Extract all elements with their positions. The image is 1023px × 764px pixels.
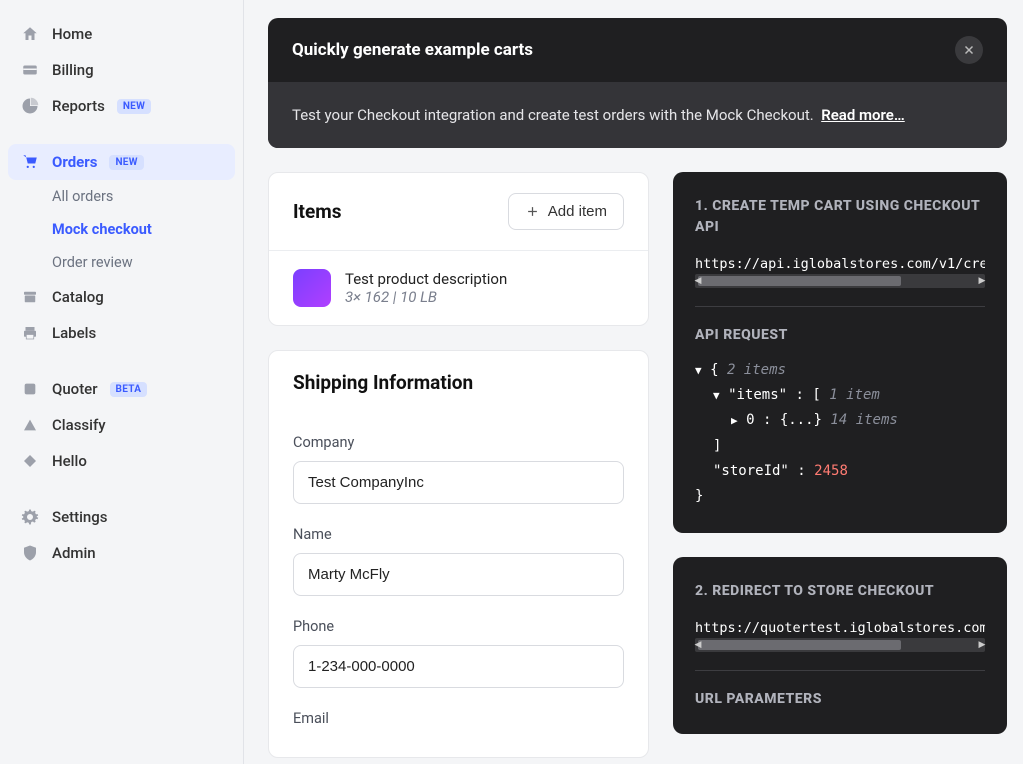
code-step-2: 2. Redirect to Store Checkout https://qu… (673, 557, 1007, 734)
json-viewer[interactable]: ▼ { 2 items ▼ "items" : [ 1 item ▶ 0 : {… (695, 358, 985, 509)
nav-catalog[interactable]: Catalog (8, 279, 235, 315)
nav-label: Reports (52, 97, 105, 115)
beta-badge: BETA (110, 382, 148, 397)
shield-icon (20, 543, 40, 563)
items-heading: Items (293, 200, 341, 223)
phone-field-wrapper: Phone (293, 618, 624, 688)
add-item-label: Add item (548, 203, 607, 220)
pie-icon (20, 96, 40, 116)
square-icon (20, 379, 40, 399)
code1-url: https://api.iglobalstores.com/v1/cre (695, 256, 985, 272)
nav-labels[interactable]: Labels (8, 315, 235, 351)
banner-title: Quickly generate example carts (292, 40, 533, 60)
nav-quoter[interactable]: Quoter BETA (8, 371, 235, 407)
product-title: Test product description (345, 270, 507, 288)
name-input[interactable] (293, 553, 624, 596)
code-step-1: 1. Create Temp Cart Using Checkout API h… (673, 172, 1007, 533)
nav-label: Hello (52, 452, 87, 470)
code1-heading: 1. Create Temp Cart Using Checkout API (695, 196, 985, 238)
archive-icon (20, 287, 40, 307)
nav-label: Catalog (52, 288, 104, 306)
email-field-wrapper: Email (293, 710, 624, 737)
banner-readmore-link[interactable]: Read more… (821, 106, 905, 124)
new-badge: NEW (109, 155, 143, 170)
card-icon (20, 60, 40, 80)
cart-icon (20, 152, 40, 172)
item-row: Test product description 3× 162 | 10 LB (269, 251, 648, 325)
new-badge: NEW (117, 99, 151, 114)
code2-url: https://quotertest.iglobalstores.com (695, 620, 985, 636)
nav-label: Settings (52, 508, 108, 526)
add-item-button[interactable]: Add item (508, 193, 624, 230)
nav-reports[interactable]: Reports NEW (8, 88, 235, 124)
url-params-label: URL PARAMETERS (695, 689, 985, 710)
nav-label: Orders (52, 153, 97, 171)
nav-billing[interactable]: Billing (8, 52, 235, 88)
email-label: Email (293, 710, 624, 727)
shipping-card: Shipping Information Company Name (268, 350, 649, 758)
banner-close-button[interactable] (955, 36, 983, 64)
nav-all-orders[interactable]: All orders (52, 180, 235, 213)
product-thumbnail (293, 269, 331, 307)
nav-mock-checkout[interactable]: Mock checkout (52, 213, 235, 246)
close-icon (962, 43, 976, 57)
banner-subtitle: Test your Checkout integration and creat… (292, 106, 814, 124)
gear-icon (20, 507, 40, 527)
nav-settings[interactable]: Settings (8, 499, 235, 535)
api-request-label: API REQUEST (695, 325, 985, 346)
code2-heading: 2. Redirect to Store Checkout (695, 581, 985, 602)
nav-label: Labels (52, 324, 96, 342)
phone-input[interactable] (293, 645, 624, 688)
company-input[interactable] (293, 461, 624, 504)
diamond-icon (20, 451, 40, 471)
nav-label: Billing (52, 61, 94, 79)
sidebar: Home Billing Reports NEW Orders NEW All … (0, 0, 244, 764)
company-label: Company (293, 434, 624, 451)
nav-home[interactable]: Home (8, 16, 235, 52)
nav-label: Quoter (52, 380, 98, 398)
nav-classify[interactable]: Classify (8, 407, 235, 443)
plus-icon (525, 204, 540, 219)
horizontal-scrollbar[interactable]: ◀▶ (695, 638, 985, 652)
company-field-wrapper: Company (293, 434, 624, 504)
banner: Quickly generate example carts Test your… (268, 18, 1007, 148)
shipping-heading: Shipping Information (293, 371, 473, 394)
product-meta: 3× 162 | 10 LB (345, 288, 507, 306)
triangle-icon (20, 415, 40, 435)
name-field-wrapper: Name (293, 526, 624, 596)
horizontal-scrollbar[interactable]: ◀▶ (695, 274, 985, 288)
nav-admin[interactable]: Admin (8, 535, 235, 571)
phone-label: Phone (293, 618, 624, 635)
nav-order-review[interactable]: Order review (52, 246, 235, 279)
name-label: Name (293, 526, 624, 543)
nav-orders[interactable]: Orders NEW (8, 144, 235, 180)
items-card: Items Add item Test product description … (268, 172, 649, 326)
nav-label: Home (52, 25, 92, 43)
home-icon (20, 24, 40, 44)
nav-hello[interactable]: Hello (8, 443, 235, 479)
nav-label: Classify (52, 416, 106, 434)
printer-icon (20, 323, 40, 343)
main: Quickly generate example carts Test your… (244, 0, 1023, 764)
nav-label: Admin (52, 544, 96, 562)
